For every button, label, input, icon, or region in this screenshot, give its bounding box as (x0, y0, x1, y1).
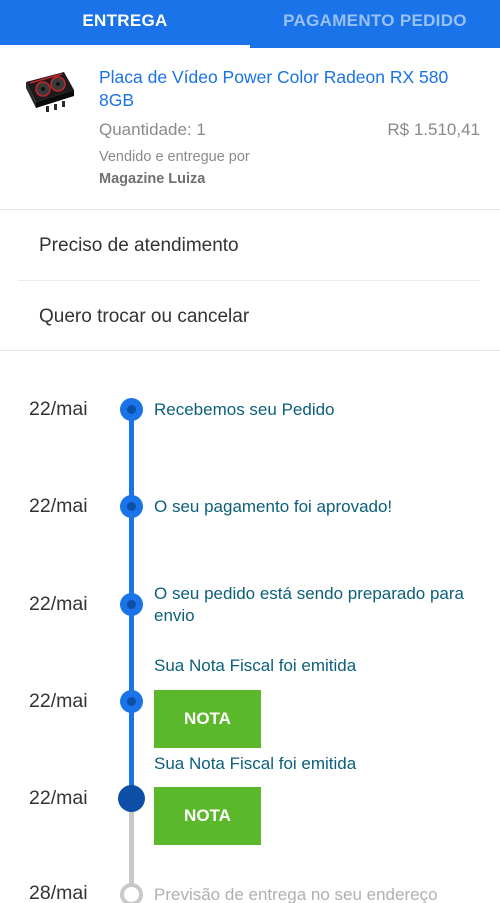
event-text: O seu pagamento foi aprovado! (154, 497, 393, 516)
event-date: 22/mai (29, 593, 88, 615)
event-text: O seu pedido está sendo preparado para e… (154, 584, 465, 625)
timeline-dot-icon (120, 398, 143, 421)
event-date: 22/mai (29, 787, 88, 809)
product-title[interactable]: Placa de Vídeo Power Color Radeon RX 580… (99, 66, 479, 112)
graphics-card-icon (26, 72, 74, 112)
tab-pagamento-pedido[interactable]: PAGAMENTO PEDIDO (250, 0, 500, 48)
divider (0, 350, 500, 351)
nota-fiscal-button[interactable]: NOTA (154, 690, 261, 748)
product-card: Placa de Vídeo Power Color Radeon RX 580… (0, 48, 500, 210)
event-date: 28/mai (29, 882, 88, 903)
event-text: Recebemos seu Pedido (154, 400, 335, 419)
product-quantity: Quantidade: 1 (99, 120, 206, 139)
nota-fiscal-button[interactable]: NOTA (154, 787, 261, 845)
timeline-dot-pending-icon (120, 883, 143, 903)
menu-item-atendimento[interactable]: Preciso de atendimento (18, 211, 480, 281)
timeline-dot-icon (120, 593, 143, 616)
timeline-dot-current-icon (118, 785, 145, 812)
seller-name: Magazine Luiza (99, 171, 206, 187)
sold-by-label: Vendido e entregue por (99, 149, 250, 165)
timeline-dot-icon (120, 495, 143, 518)
event-date: 22/mai (29, 495, 88, 517)
tab-entrega[interactable]: ENTREGA (0, 0, 250, 48)
event-text: Sua Nota Fiscal foi emitida (154, 656, 357, 675)
timeline-line-pending (129, 798, 134, 894)
event-date: 22/mai (29, 690, 88, 712)
product-price: R$ 1.510,41 (387, 120, 480, 139)
event-date: 22/mai (29, 398, 88, 420)
tab-bar: ENTREGA PAGAMENTO PEDIDO (0, 0, 500, 48)
event-text: Sua Nota Fiscal foi emitida (154, 754, 357, 773)
menu-item-trocar-cancelar[interactable]: Quero trocar ou cancelar (18, 282, 480, 352)
timeline-dot-icon (120, 690, 143, 713)
event-text: Previsão de entrega no seu endereço (154, 885, 438, 903)
